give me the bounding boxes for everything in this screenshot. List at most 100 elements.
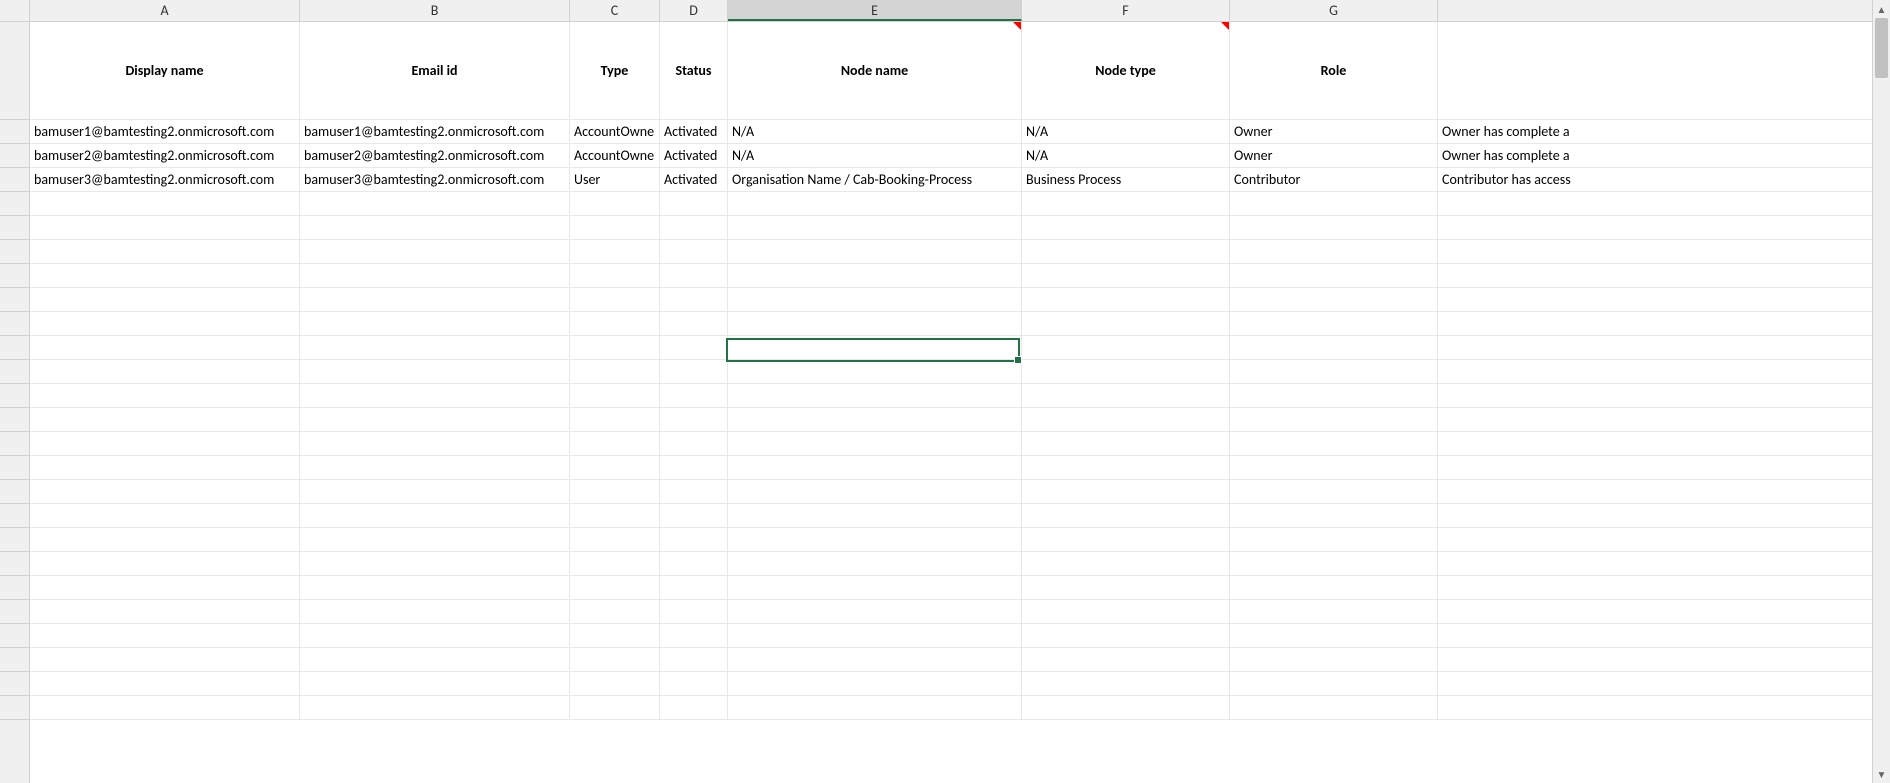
cell[interactable] (30, 528, 300, 551)
cell[interactable] (1022, 624, 1230, 647)
cell[interactable] (1438, 576, 1878, 599)
cell[interactable] (660, 336, 728, 359)
cell[interactable] (660, 600, 728, 623)
cell[interactable] (728, 552, 1022, 575)
cell[interactable] (570, 696, 660, 719)
cell[interactable] (300, 480, 570, 503)
cell[interactable] (1438, 312, 1878, 335)
cell[interactable]: AccountOwne (570, 120, 660, 143)
cell[interactable] (1230, 600, 1438, 623)
cell[interactable] (300, 384, 570, 407)
cell[interactable] (1022, 264, 1230, 287)
col-header-B[interactable]: B (300, 0, 570, 21)
cell[interactable] (300, 576, 570, 599)
cell[interactable] (30, 648, 300, 671)
cell[interactable] (728, 456, 1022, 479)
cell[interactable] (1022, 672, 1230, 695)
cell[interactable] (1022, 528, 1230, 551)
row-header[interactable] (0, 576, 29, 600)
cell[interactable] (1022, 504, 1230, 527)
header-email-id[interactable]: Email id (300, 22, 570, 119)
cell[interactable] (1022, 360, 1230, 383)
cell[interactable] (1438, 192, 1878, 215)
cell[interactable] (728, 288, 1022, 311)
cell[interactable] (300, 288, 570, 311)
cell[interactable] (1438, 480, 1878, 503)
cell[interactable] (660, 672, 728, 695)
cell[interactable] (30, 336, 300, 359)
cell[interactable] (300, 672, 570, 695)
cell[interactable] (300, 312, 570, 335)
cell[interactable]: bamuser3@bamtesting2.onmicrosoft.com (30, 168, 300, 191)
cell[interactable] (30, 288, 300, 311)
cell[interactable] (1230, 624, 1438, 647)
cell[interactable] (1022, 552, 1230, 575)
col-header-C[interactable]: C (570, 0, 660, 21)
cell[interactable]: Owner (1230, 120, 1438, 143)
row-header[interactable] (0, 384, 29, 408)
scroll-up-arrow-icon[interactable]: ▲ (1873, 0, 1890, 18)
row-header[interactable] (0, 22, 29, 120)
row-header[interactable] (0, 336, 29, 360)
cell[interactable] (570, 552, 660, 575)
cell[interactable] (728, 528, 1022, 551)
cell[interactable] (570, 528, 660, 551)
col-header-G[interactable]: G (1230, 0, 1438, 21)
cell[interactable] (660, 480, 728, 503)
cell[interactable] (1022, 312, 1230, 335)
cell[interactable] (660, 192, 728, 215)
cell[interactable] (1438, 648, 1878, 671)
cell[interactable] (570, 624, 660, 647)
scroll-thumb[interactable] (1875, 18, 1888, 78)
cell[interactable]: bamuser2@bamtesting2.onmicrosoft.com (300, 144, 570, 167)
cell[interactable]: Organisation Name / Cab-Booking-Process (728, 168, 1022, 191)
cell[interactable] (300, 360, 570, 383)
row-header[interactable] (0, 264, 29, 288)
cell[interactable] (30, 456, 300, 479)
cell[interactable] (30, 624, 300, 647)
cell[interactable]: Activated (660, 120, 728, 143)
cell[interactable] (1438, 336, 1878, 359)
cell[interactable] (570, 600, 660, 623)
cell[interactable] (728, 408, 1022, 431)
cell[interactable]: Contributor has access (1438, 168, 1878, 191)
cell[interactable] (1438, 600, 1878, 623)
cell[interactable] (570, 240, 660, 263)
cell[interactable] (1438, 216, 1878, 239)
row-header[interactable] (0, 312, 29, 336)
cell[interactable] (1230, 696, 1438, 719)
cell[interactable]: N/A (1022, 120, 1230, 143)
cell[interactable] (660, 528, 728, 551)
col-header-A[interactable]: A (30, 0, 300, 21)
cell[interactable] (728, 624, 1022, 647)
cell[interactable] (1438, 432, 1878, 455)
cell[interactable] (1022, 216, 1230, 239)
cell[interactable] (570, 504, 660, 527)
cell[interactable] (30, 552, 300, 575)
cell[interactable]: User (570, 168, 660, 191)
row-header[interactable] (0, 648, 29, 672)
cell[interactable] (1230, 648, 1438, 671)
row-header[interactable] (0, 672, 29, 696)
cell[interactable] (728, 336, 1022, 359)
cell[interactable] (1438, 672, 1878, 695)
cell[interactable] (1230, 384, 1438, 407)
col-header-F[interactable]: F (1022, 0, 1230, 21)
cell[interactable] (1230, 672, 1438, 695)
cell[interactable]: Owner has complete a (1438, 144, 1878, 167)
row-header[interactable] (0, 144, 29, 168)
col-header-D[interactable]: D (660, 0, 728, 21)
cell[interactable] (1230, 456, 1438, 479)
cell[interactable] (728, 192, 1022, 215)
cell[interactable] (728, 312, 1022, 335)
cell[interactable] (30, 264, 300, 287)
header-type[interactable]: Type (570, 22, 660, 119)
cell[interactable] (300, 528, 570, 551)
cell[interactable] (30, 432, 300, 455)
cell[interactable] (300, 216, 570, 239)
vertical-scrollbar[interactable]: ▲ ▼ (1872, 0, 1890, 783)
cell[interactable] (1230, 264, 1438, 287)
cell[interactable] (30, 408, 300, 431)
comment-marker-icon[interactable] (1013, 22, 1021, 30)
cell[interactable] (1022, 288, 1230, 311)
